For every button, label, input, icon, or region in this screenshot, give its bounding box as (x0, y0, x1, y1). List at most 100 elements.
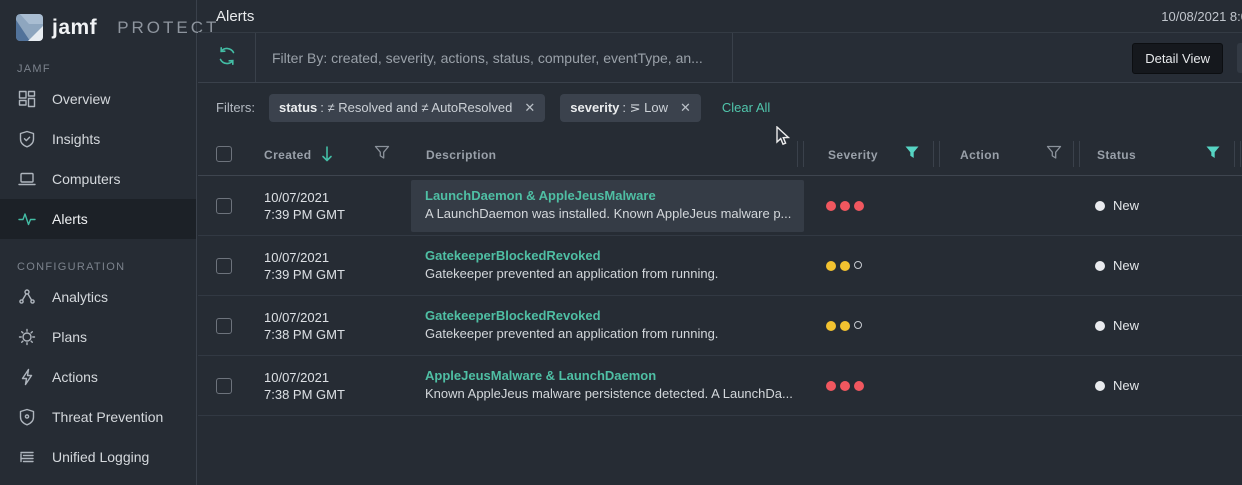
sidebar-item-actions[interactable]: Actions (0, 357, 196, 397)
brand-logo[interactable]: jamf PROTECT (0, 0, 216, 41)
sidebar-item-label: Analytics (52, 289, 109, 305)
alert-title-link[interactable]: GatekeeperBlockedRevoked (425, 307, 718, 325)
status-cell: New (1095, 198, 1139, 213)
column-divider[interactable] (1234, 141, 1235, 167)
table-row[interactable]: 10/07/2021 7:38 PM GMT GatekeeperBlockedR… (198, 296, 1242, 356)
alert-description: Gatekeeper prevented an application from… (425, 326, 719, 341)
clipped-button-edge[interactable] (1237, 43, 1242, 73)
chip-condition: : ≠ Resolved and ≠ AutoResolved (320, 100, 513, 115)
alert-title-link[interactable]: GatekeeperBlockedRevoked (425, 247, 718, 265)
lightning-icon (17, 367, 37, 387)
filter-input-cell (256, 33, 733, 82)
description-cell: AppleJeusMalware & LaunchDaemon Known Ap… (425, 367, 793, 403)
table-header: Created Description Severity Action Stat… (198, 132, 1242, 176)
sidebar: jamf PROTECT JAMF Overview Insights Comp… (0, 0, 216, 485)
filter-chip-severity[interactable]: severity : ⋝ Low ✕ (560, 93, 701, 122)
status-dot-icon (1095, 320, 1105, 331)
page-header: Alerts 10/08/2021 8:0 (198, 0, 1242, 33)
table-row[interactable]: 10/07/2021 7:39 PM GMT LaunchDaemon & App… (198, 176, 1242, 236)
column-divider[interactable] (1240, 141, 1241, 167)
column-divider[interactable] (803, 141, 804, 167)
sort-desc-icon[interactable] (320, 145, 334, 166)
sidebar-item-computers[interactable]: Computers (0, 159, 196, 199)
created-filter-icon[interactable] (374, 145, 390, 163)
detail-view-button[interactable]: Detail View (1132, 43, 1223, 74)
sidebar-item-label: Actions (52, 369, 98, 385)
column-header-description[interactable]: Description (426, 148, 496, 162)
table-row[interactable]: 10/07/2021 7:39 PM GMT GatekeeperBlockedR… (198, 236, 1242, 296)
column-divider[interactable] (1079, 141, 1080, 167)
created-cell: 10/07/2021 7:38 PM GMT (264, 310, 345, 342)
status-cell: New (1095, 258, 1139, 273)
main-content: Alerts 10/08/2021 8:0 Detail View Filter… (198, 0, 1242, 485)
filter-input[interactable] (256, 49, 732, 66)
severity-dots (826, 321, 862, 331)
table-row[interactable]: 10/07/2021 7:38 PM GMT AppleJeusMalware &… (198, 356, 1242, 416)
row-checkbox[interactable] (216, 258, 232, 274)
severity-dots (826, 261, 862, 271)
log-lines-icon (17, 447, 37, 467)
severity-filter-icon[interactable] (904, 145, 920, 163)
page-title: Alerts (216, 7, 255, 25)
sidebar-item-plans[interactable]: Plans (0, 317, 196, 357)
column-divider[interactable] (939, 141, 940, 167)
description-cell: LaunchDaemon & AppleJeusMalware A Launch… (425, 187, 791, 223)
filter-chip-status[interactable]: status : ≠ Resolved and ≠ AutoResolved ✕ (269, 93, 546, 122)
alert-title-link[interactable]: LaunchDaemon & AppleJeusMalware (425, 187, 791, 205)
row-checkbox[interactable] (216, 198, 232, 214)
sidebar-item-overview[interactable]: Overview (0, 79, 196, 119)
sun-gear-icon (17, 327, 37, 347)
row-checkbox[interactable] (216, 378, 232, 394)
alert-title-link[interactable]: AppleJeusMalware & LaunchDaemon (425, 367, 793, 385)
chip-close-icon[interactable]: ✕ (680, 100, 691, 116)
status-cell: New (1095, 378, 1139, 393)
header-datetime: 10/08/2021 8:0 (1161, 9, 1242, 24)
chip-key: status (279, 100, 318, 115)
jamf-logo-icon (16, 14, 43, 41)
description-cell: GatekeeperBlockedRevoked Gatekeeper prev… (425, 307, 718, 343)
sidebar-section-jamf: JAMF (17, 63, 51, 75)
chip-condition: : ⋝ Low (622, 99, 668, 115)
shield-check-icon (17, 129, 37, 149)
sidebar-item-label: Plans (52, 329, 88, 345)
status-label: New (1113, 318, 1140, 333)
sidebar-item-label: Insights (52, 131, 101, 147)
select-all-checkbox[interactable] (216, 146, 232, 162)
column-header-severity[interactable]: Severity (828, 148, 878, 162)
alert-description: Known AppleJeus malware persistence dete… (425, 386, 793, 401)
status-cell: New (1095, 318, 1139, 333)
created-cell: 10/07/2021 7:38 PM GMT (264, 370, 345, 402)
column-divider[interactable] (797, 141, 798, 167)
action-filter-icon[interactable] (1046, 145, 1062, 163)
sidebar-item-alerts[interactable]: Alerts (0, 199, 196, 239)
description-cell: GatekeeperBlockedRevoked Gatekeeper prev… (425, 247, 718, 283)
status-filter-icon[interactable] (1205, 145, 1221, 163)
refresh-icon (216, 45, 238, 70)
sidebar-item-label: Computers (52, 171, 121, 187)
nodes-icon (17, 287, 37, 307)
created-cell: 10/07/2021 7:39 PM GMT (264, 250, 345, 282)
clear-all-link[interactable]: Clear All (722, 100, 770, 115)
column-divider[interactable] (933, 141, 934, 167)
column-header-created[interactable]: Created (264, 148, 311, 162)
row-checkbox[interactable] (216, 318, 232, 334)
status-label: New (1113, 198, 1140, 213)
chip-key: severity (570, 100, 620, 115)
severity-dots (826, 201, 864, 211)
sidebar-item-label: Alerts (52, 211, 88, 227)
filter-bar: Detail View (198, 33, 1242, 83)
chip-close-icon[interactable]: ✕ (524, 100, 535, 116)
pulse-icon (17, 209, 37, 229)
sidebar-item-administrative[interactable]: Administrative (0, 477, 196, 485)
sidebar-item-threat-prevention[interactable]: Threat Prevention (0, 397, 196, 437)
sidebar-item-insights[interactable]: Insights (0, 119, 196, 159)
status-dot-icon (1095, 260, 1105, 271)
sidebar-item-analytics[interactable]: Analytics (0, 277, 196, 317)
column-divider[interactable] (1073, 141, 1074, 167)
sidebar-section-configuration: CONFIGURATION (17, 261, 126, 273)
column-header-status[interactable]: Status (1097, 148, 1136, 162)
status-dot-icon (1095, 200, 1105, 211)
column-header-action[interactable]: Action (960, 148, 1000, 162)
sidebar-item-unified-logging[interactable]: Unified Logging (0, 437, 196, 477)
refresh-button[interactable] (198, 33, 256, 82)
